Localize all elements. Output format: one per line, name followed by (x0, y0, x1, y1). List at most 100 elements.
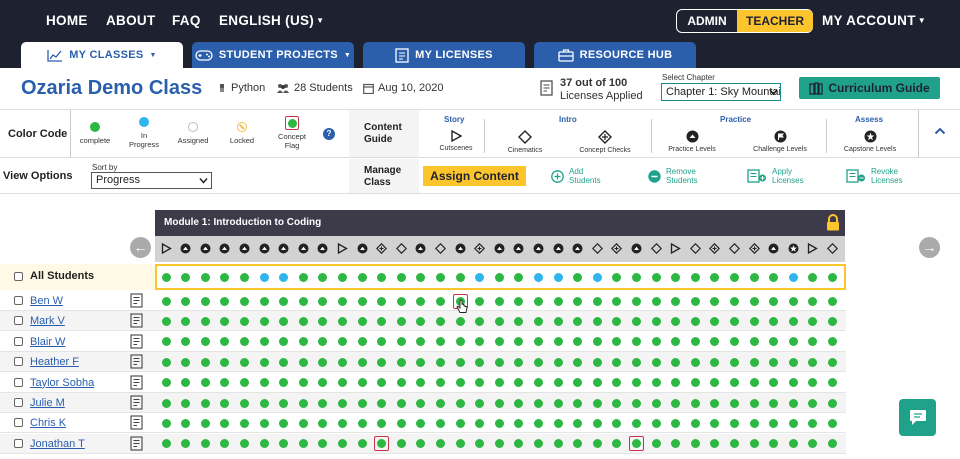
complete-dot[interactable] (377, 378, 387, 388)
complete-dot[interactable] (514, 378, 524, 388)
complete-dot[interactable] (377, 296, 387, 306)
complete-dot[interactable] (377, 272, 387, 282)
complete-dot[interactable] (729, 439, 739, 449)
complete-dot[interactable] (788, 337, 798, 347)
role-admin-button[interactable]: ADMIN (677, 10, 737, 32)
chapter-select[interactable]: Chapter 1: Sky Mountain (661, 83, 781, 101)
complete-dot[interactable] (318, 418, 328, 428)
complete-dot[interactable] (612, 418, 622, 428)
scroll-right-arrow-icon[interactable]: → (919, 237, 940, 258)
complete-dot[interactable] (533, 337, 543, 347)
complete-dot[interactable] (573, 357, 583, 367)
complete-dot[interactable] (631, 357, 641, 367)
complete-dot[interactable] (788, 357, 798, 367)
in-progress-dot[interactable] (259, 272, 269, 282)
student-license-icon[interactable] (130, 375, 143, 390)
complete-dot[interactable] (298, 337, 308, 347)
complete-dot[interactable] (808, 357, 818, 367)
complete-dot[interactable] (377, 398, 387, 408)
complete-dot[interactable] (808, 378, 818, 388)
complete-dot[interactable] (631, 398, 641, 408)
student-name-link[interactable]: Julie M (30, 397, 65, 409)
complete-dot[interactable] (337, 357, 347, 367)
complete-dot[interactable] (239, 418, 249, 428)
complete-dot[interactable] (827, 316, 837, 326)
chevron-up-icon[interactable] (934, 127, 946, 135)
student-license-icon[interactable] (130, 415, 143, 430)
complete-dot[interactable] (749, 439, 759, 449)
in-progress-dot[interactable] (553, 272, 563, 282)
complete-dot[interactable] (475, 337, 485, 347)
complete-dot[interactable] (435, 398, 445, 408)
student-name-link[interactable]: Jonathan T (30, 438, 85, 450)
complete-dot[interactable] (651, 418, 661, 428)
complete-dot[interactable] (377, 357, 387, 367)
complete-dot[interactable] (553, 398, 563, 408)
complete-dot[interactable] (651, 398, 661, 408)
practice-level-icon[interactable] (494, 243, 505, 254)
complete-dot[interactable] (827, 296, 837, 306)
complete-dot[interactable] (592, 439, 602, 449)
complete-dot[interactable] (435, 378, 445, 388)
complete-dot[interactable] (553, 418, 563, 428)
student-license-icon[interactable] (130, 293, 143, 308)
practice-level-icon[interactable] (572, 243, 583, 254)
complete-dot[interactable] (220, 337, 230, 347)
student-checkbox[interactable] (14, 316, 23, 326)
complete-dot[interactable] (181, 337, 191, 347)
complete-dot[interactable] (651, 296, 661, 306)
complete-dot[interactable] (200, 337, 210, 347)
complete-dot[interactable] (220, 316, 230, 326)
complete-dot[interactable] (357, 272, 367, 282)
complete-dot[interactable] (259, 378, 269, 388)
complete-dot[interactable] (239, 378, 249, 388)
complete-dot[interactable] (553, 357, 563, 367)
complete-dot[interactable] (573, 398, 583, 408)
cutscene-level-icon[interactable] (670, 243, 681, 254)
complete-dot[interactable] (827, 418, 837, 428)
complete-dot[interactable] (749, 398, 759, 408)
complete-dot[interactable] (298, 418, 308, 428)
remove-students-button[interactable]: Remove Students (648, 167, 698, 185)
complete-dot[interactable] (651, 272, 661, 282)
complete-dot[interactable] (631, 378, 641, 388)
student-license-icon[interactable] (130, 354, 143, 369)
complete-dot[interactable] (690, 337, 700, 347)
complete-dot[interactable] (690, 439, 700, 449)
complete-dot[interactable] (416, 378, 426, 388)
cinematic-level-icon[interactable] (689, 243, 701, 254)
complete-dot[interactable] (475, 439, 485, 449)
complete-dot[interactable] (827, 439, 837, 449)
complete-dot[interactable] (631, 316, 641, 326)
practice-level-icon[interactable] (415, 243, 426, 254)
concept-level-icon[interactable] (376, 243, 388, 254)
complete-dot[interactable] (239, 337, 249, 347)
complete-dot[interactable] (455, 398, 465, 408)
complete-dot[interactable] (808, 418, 818, 428)
complete-dot[interactable] (533, 316, 543, 326)
complete-dot[interactable] (769, 357, 779, 367)
nav-language-dropdown[interactable]: ENGLISH (US) ▼ (219, 13, 324, 28)
capstone-level-icon[interactable] (788, 243, 799, 254)
complete-dot[interactable] (357, 316, 367, 326)
complete-dot[interactable] (533, 357, 543, 367)
complete-dot[interactable] (475, 398, 485, 408)
complete-dot[interactable] (416, 398, 426, 408)
practice-level-icon[interactable] (239, 243, 250, 254)
in-progress-dot[interactable] (533, 272, 543, 282)
complete-dot[interactable] (279, 378, 289, 388)
complete-dot[interactable] (788, 398, 798, 408)
tab-my-classes[interactable]: MY CLASSES ▼ (21, 42, 183, 68)
complete-dot[interactable] (710, 357, 720, 367)
concept-level-icon[interactable] (474, 243, 486, 254)
complete-dot[interactable] (455, 418, 465, 428)
complete-dot[interactable] (455, 357, 465, 367)
practice-level-icon[interactable] (298, 243, 309, 254)
cutscene-level-icon[interactable] (807, 243, 819, 254)
complete-dot[interactable] (396, 272, 406, 282)
complete-dot[interactable] (573, 272, 583, 282)
complete-dot[interactable] (729, 378, 739, 388)
complete-dot[interactable] (533, 439, 543, 449)
student-checkbox[interactable] (14, 357, 23, 367)
complete-dot[interactable] (671, 337, 681, 347)
